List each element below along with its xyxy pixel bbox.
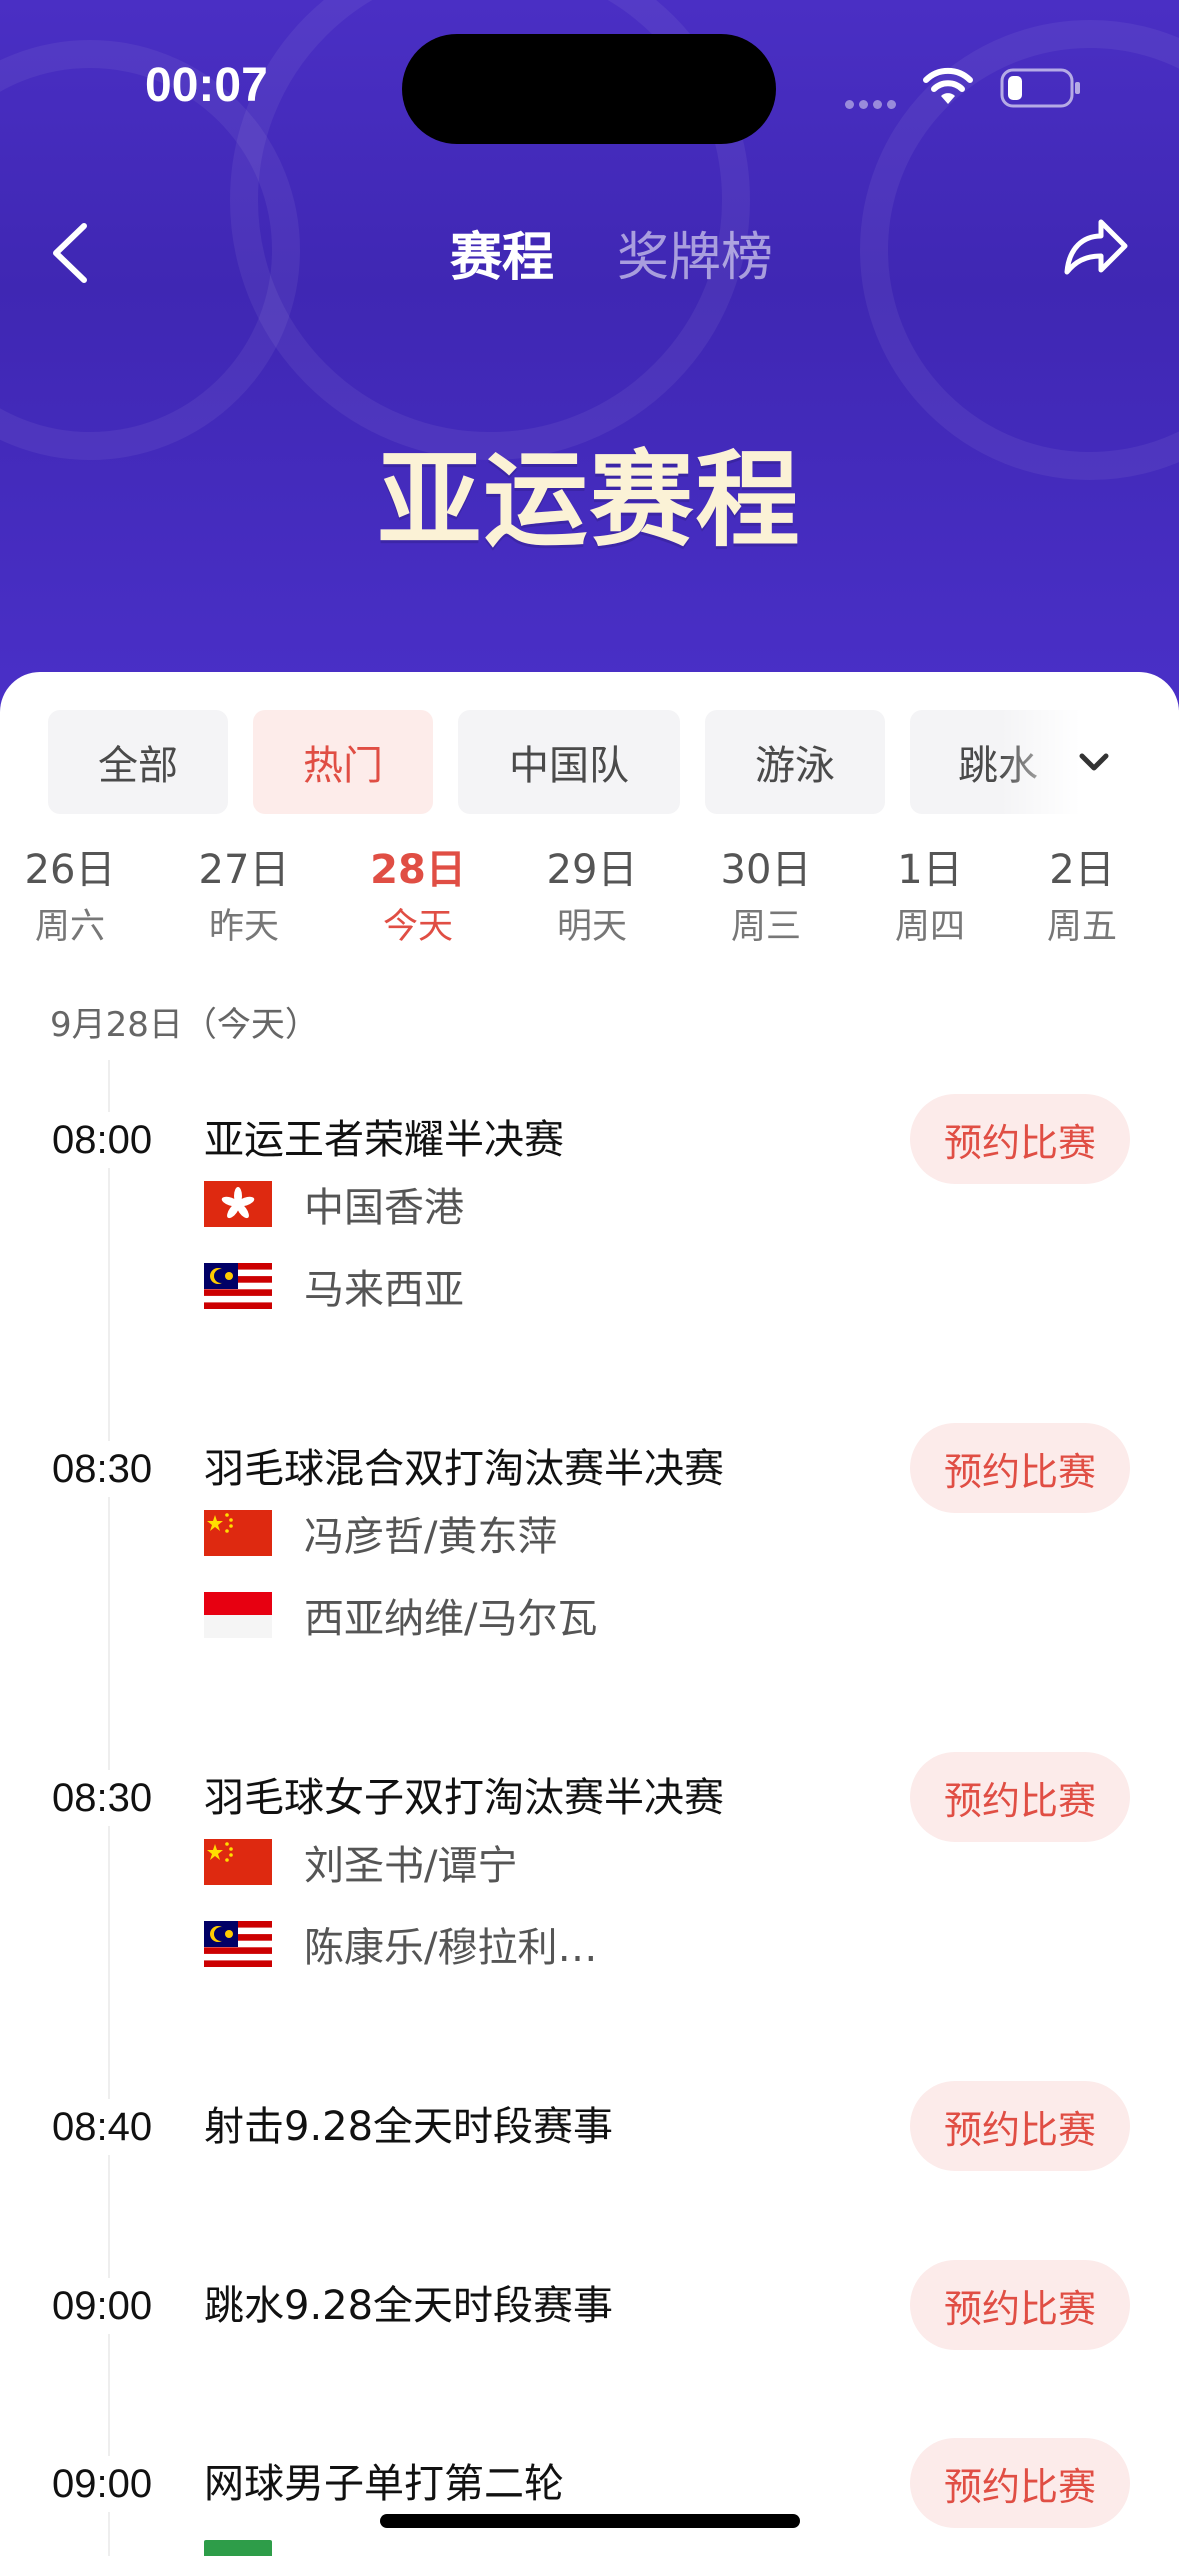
tab-medal-table[interactable]: 奖牌榜 (617, 215, 773, 290)
date-selector: 26日 周六 27日 昨天 28日 今天 29日 明天 30日 周三 1日 周四… (0, 842, 1179, 962)
reserve-button[interactable]: 预约比赛 (910, 2260, 1130, 2350)
team-name: 中国香港 (304, 1185, 464, 1231)
team-name: 陈康乐/穆拉利… (304, 1925, 598, 1971)
reserve-button[interactable]: 预约比赛 (910, 2081, 1130, 2171)
date-weekday: 周三 (730, 907, 801, 947)
filter-hot[interactable]: 热门 (253, 710, 433, 814)
date-day: 30日 (720, 847, 812, 893)
date-item[interactable]: 26日 周六 (10, 842, 130, 956)
event-title: 跳水9.28全天时段赛事 (204, 2283, 614, 2329)
event-title: 射击9.28全天时段赛事 (204, 2104, 614, 2150)
date-weekday: 明天 (556, 907, 627, 947)
event-time: 08:30 (52, 1441, 153, 1497)
schedule-panel: 全部 热门 中国队 游泳 跳水 26日 周六 27日 昨天 28日 今天 29日… (0, 672, 1179, 2556)
day-heading: 9月28日（今天） (50, 1005, 319, 1045)
chevron-down-icon[interactable] (1072, 740, 1116, 784)
filter-all[interactable]: 全部 (48, 710, 228, 814)
category-filters: 全部 热门 中国队 游泳 跳水 (0, 710, 1179, 814)
date-weekday: 昨天 (208, 907, 279, 947)
tab-schedule[interactable]: 赛程 (450, 215, 554, 290)
malaysia-flag-icon (204, 1263, 272, 1309)
date-item[interactable]: 30日 周三 (706, 842, 826, 956)
filter-china-team[interactable]: 中国队 (458, 710, 680, 814)
wifi-icon (923, 67, 973, 104)
dynamic-island (402, 34, 776, 144)
date-item-today[interactable]: 28日 今天 (358, 842, 478, 956)
share-button[interactable] (1055, 208, 1135, 288)
team-name: 马来西亚 (304, 1267, 464, 1313)
reserve-button[interactable]: 预约比赛 (910, 1752, 1130, 1842)
team-row: 中国香港 (204, 1179, 464, 1231)
date-item[interactable]: 27日 昨天 (184, 842, 304, 956)
cellular-signal-icon (845, 94, 901, 113)
event-title: 羽毛球混合双打淘汰赛半决赛 (204, 1446, 724, 1492)
header: 00:07 赛程 奖牌榜 亚运赛程 (0, 0, 1179, 720)
reserve-button[interactable]: 预约比赛 (910, 2438, 1130, 2528)
filter-swimming[interactable]: 游泳 (705, 710, 885, 814)
event-title: 亚运王者荣耀半决赛 (204, 1117, 564, 1163)
event-title: 网球男子单打第二轮 (204, 2461, 564, 2507)
date-weekday: 今天 (382, 907, 453, 947)
battery-icon (1000, 68, 1080, 108)
malaysia-flag-icon (204, 1921, 272, 1967)
team-row: 西亚纳维/马尔瓦 (204, 1590, 597, 1642)
reserve-button[interactable]: 预约比赛 (910, 1423, 1130, 1513)
team-row: 冯彦哲/黄东萍 (204, 1508, 557, 1560)
event-time: 09:00 (52, 2456, 153, 2512)
indonesia-flag-icon (204, 1592, 272, 1638)
team-row: 陈康乐/穆拉利… (204, 1919, 597, 1971)
home-indicator[interactable] (380, 2514, 800, 2528)
team-row: 马来西亚 (204, 1261, 464, 1313)
event-time: 08:00 (52, 1112, 153, 1168)
date-item[interactable]: 1日 周四 (870, 842, 990, 956)
event-time: 09:00 (52, 2278, 153, 2334)
date-weekday: 周四 (894, 907, 965, 947)
date-item[interactable]: 2日 周五 (1022, 842, 1142, 956)
status-time: 00:07 (145, 59, 268, 112)
team-name: 冯彦哲/黄东萍 (304, 1514, 558, 1560)
date-day: 28日 (370, 847, 466, 893)
event-time: 08:30 (52, 1770, 153, 1826)
event-time: 08:40 (52, 2099, 153, 2155)
date-day: 1日 (897, 847, 963, 893)
flag-icon (204, 2540, 272, 2556)
event-title: 羽毛球女子双打淘汰赛半决赛 (204, 1775, 724, 1821)
date-day: 27日 (198, 847, 290, 893)
china-flag-icon (204, 1839, 272, 1885)
team-name: 西亚纳维/马尔瓦 (304, 1596, 598, 1642)
team-row: 刘圣书/谭宁 (204, 1837, 517, 1889)
date-day: 2日 (1049, 847, 1115, 893)
team-name: 刘圣书/谭宁 (304, 1843, 518, 1889)
date-weekday: 周六 (34, 907, 105, 947)
date-weekday: 周五 (1046, 907, 1117, 947)
page-title: 亚运赛程 (377, 439, 802, 561)
date-item[interactable]: 29日 明天 (532, 842, 652, 956)
reserve-button[interactable]: 预约比赛 (910, 1094, 1130, 1184)
back-button[interactable] (40, 208, 110, 298)
date-day: 29日 (546, 847, 638, 893)
china-flag-icon (204, 1510, 272, 1556)
hong-kong-flag-icon (204, 1181, 272, 1227)
date-day: 26日 (24, 847, 116, 893)
